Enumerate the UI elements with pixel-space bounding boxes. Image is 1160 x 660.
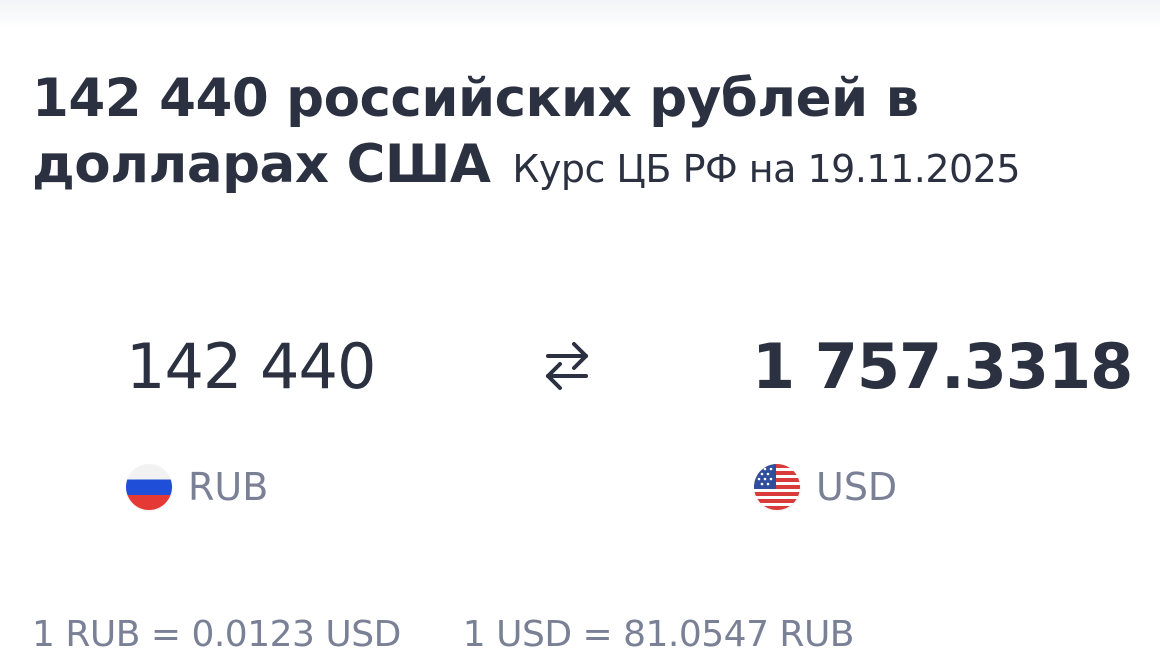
converter-card: 142 440 российских рублей в долларах США… <box>26 30 1160 655</box>
rate-date-subtitle: Курс ЦБ РФ на 19.11.2025 <box>512 147 1021 191</box>
rate-rub-to-usd: 1 RUB = 0.0123 USD <box>32 614 401 655</box>
swap-arrows-icon <box>546 342 588 390</box>
from-currency-selector[interactable]: RUB <box>126 462 268 512</box>
from-amount[interactable]: 142 440 <box>126 330 376 404</box>
russia-flag-icon <box>126 464 172 510</box>
to-currency-code: USD <box>816 465 898 509</box>
swap-currencies-button[interactable] <box>540 334 594 396</box>
to-currency-selector[interactable]: USD <box>754 462 897 512</box>
usa-flag-icon <box>754 464 800 510</box>
page-title: 142 440 российских рублей в долларах США… <box>32 66 1112 202</box>
to-amount[interactable]: 1 757.3318 <box>752 330 1133 404</box>
from-currency-code: RUB <box>188 465 269 509</box>
top-shadow-bar <box>0 0 1160 30</box>
exchange-rates-row: 1 RUB = 0.0123 USD 1 USD = 81.0547 RUB <box>32 610 855 660</box>
rate-usd-to-rub: 1 USD = 81.0547 RUB <box>462 614 855 655</box>
